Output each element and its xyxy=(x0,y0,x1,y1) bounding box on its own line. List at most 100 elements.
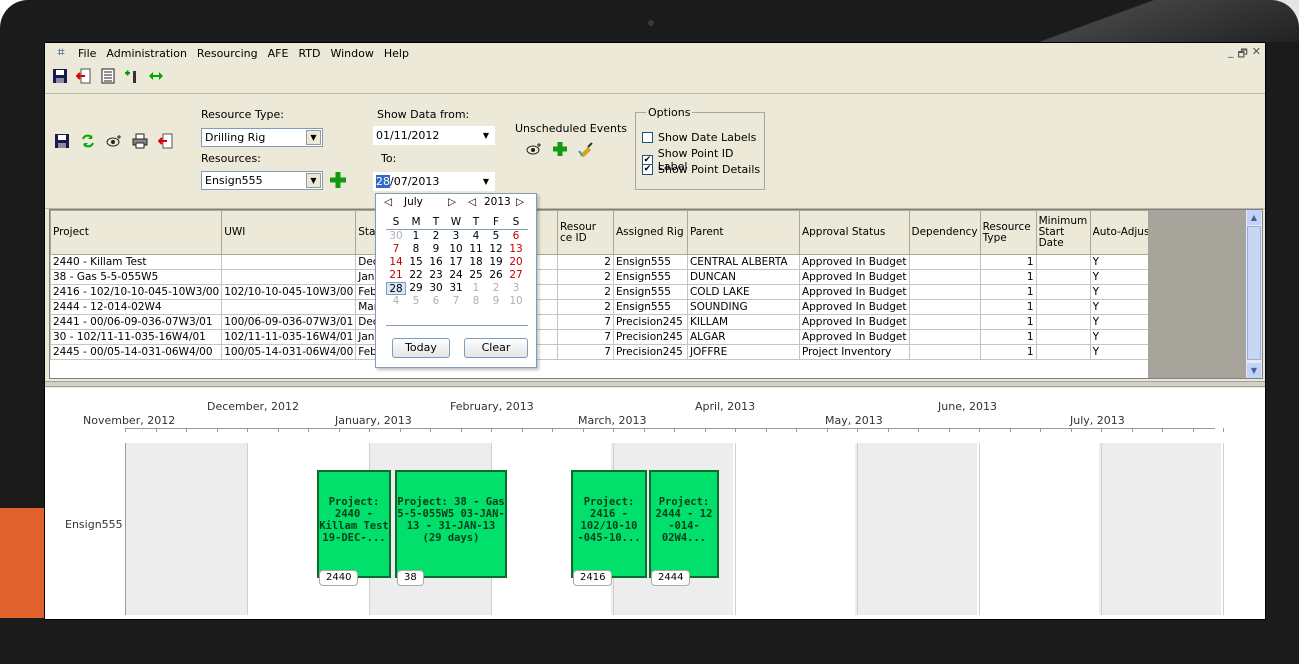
table-cell[interactable] xyxy=(1035,344,1091,360)
table-cell[interactable]: 1 xyxy=(979,284,1037,300)
add-resource-icon[interactable] xyxy=(123,67,141,85)
table-cell[interactable]: 30 - 102/11-11-035-16W4/01 xyxy=(49,329,223,345)
calendar-day[interactable]: 13 xyxy=(506,243,526,256)
project-bar[interactable]: Project: 2416 - 102/10-10 -045-10... xyxy=(571,470,647,578)
table-cell[interactable]: 1 xyxy=(979,329,1037,345)
calendar-day[interactable]: 25 xyxy=(466,269,486,282)
table-cell[interactable]: 7 xyxy=(556,344,614,360)
table-cell[interactable]: 100/05-14-031-06W4/00 xyxy=(221,344,357,360)
chevron-down-icon[interactable]: ▼ xyxy=(306,130,321,145)
calendar-day[interactable]: 28 xyxy=(386,282,406,295)
table-cell[interactable]: COLD LAKE xyxy=(686,284,800,300)
calendar-day[interactable]: 1 xyxy=(466,282,486,295)
column-header[interactable]: Project xyxy=(49,210,223,255)
view-event-icon[interactable] xyxy=(105,132,123,150)
report-icon[interactable] xyxy=(99,67,117,85)
table-cell[interactable] xyxy=(1035,269,1091,285)
table-cell[interactable]: 2440 - Killam Test xyxy=(49,254,223,270)
table-cell[interactable]: 2 xyxy=(556,299,614,315)
table-cell[interactable] xyxy=(908,254,981,270)
show-from-date[interactable]: 01/11/2012 ▼ xyxy=(373,126,495,145)
table-cell[interactable] xyxy=(1035,254,1091,270)
table-cell[interactable]: Approved In Budget xyxy=(798,329,910,345)
next-month-icon[interactable]: ▷ xyxy=(448,196,456,208)
calendar-day[interactable]: 4 xyxy=(386,295,406,308)
calendar-day[interactable]: 7 xyxy=(386,243,406,256)
calendar-day[interactable]: 4 xyxy=(466,230,486,243)
menu-help[interactable]: Help xyxy=(379,47,414,60)
table-cell[interactable]: 1 xyxy=(979,344,1037,360)
checkbox-box[interactable] xyxy=(642,132,653,143)
chevron-down-icon[interactable]: ▼ xyxy=(306,173,321,188)
table-cell[interactable]: 7 xyxy=(556,329,614,345)
table-cell[interactable]: 38 - Gas 5-5-055W5 xyxy=(49,269,223,285)
project-bar[interactable]: Project: 2440 - Killam Test 19-DEC-... xyxy=(317,470,391,578)
prev-year-icon[interactable]: ◁ xyxy=(468,196,476,208)
today-button[interactable]: Today xyxy=(392,338,450,358)
table-cell[interactable] xyxy=(1035,284,1091,300)
table-cell[interactable]: Ensign555 xyxy=(612,284,688,300)
calendar-day[interactable]: 21 xyxy=(386,269,406,282)
exit-icon[interactable] xyxy=(75,67,93,85)
column-header[interactable]: Minimum Start Date xyxy=(1035,210,1091,255)
save-icon[interactable] xyxy=(51,67,69,85)
menu-file[interactable]: File xyxy=(73,47,101,60)
calendar-day[interactable]: 18 xyxy=(466,256,486,269)
table-cell[interactable]: Project Inventory xyxy=(798,344,910,360)
table-row[interactable]: 30 - 102/11-11-035-16W4/01 102/11-11-035-… xyxy=(49,329,1167,345)
close-button[interactable]: ✕ xyxy=(1252,45,1261,64)
refresh-icon[interactable] xyxy=(79,132,97,150)
chevron-down-icon[interactable]: ▼ xyxy=(483,172,489,191)
table-cell[interactable]: 2 xyxy=(556,269,614,285)
table-cell[interactable]: Approved In Budget xyxy=(798,254,910,270)
menu-window[interactable]: Window xyxy=(325,47,378,60)
view-event-icon[interactable] xyxy=(525,140,543,158)
menu-rtd[interactable]: RTD xyxy=(293,47,325,60)
table-cell[interactable] xyxy=(908,299,981,315)
table-cell[interactable]: 1 xyxy=(979,269,1037,285)
calendar-day[interactable]: 14 xyxy=(386,256,406,269)
swap-icon[interactable] xyxy=(147,67,165,85)
clear-button[interactable]: Clear xyxy=(464,338,528,358)
checkbox-box-checked[interactable]: ✔ xyxy=(642,164,653,175)
table-cell[interactable]: Approved In Budget xyxy=(798,314,910,330)
table-cell[interactable]: 2444 - 12-014-02W4 xyxy=(49,299,223,315)
calendar-day[interactable]: 10 xyxy=(506,295,526,308)
table-cell[interactable]: 2441 - 00/06-09-036-07W3/01 xyxy=(49,314,223,330)
menu-administration[interactable]: Administration xyxy=(101,47,192,60)
calendar-day[interactable]: 30 xyxy=(386,230,406,243)
next-year-icon[interactable]: ▷ xyxy=(516,196,524,208)
scroll-down-icon[interactable]: ▼ xyxy=(1247,363,1261,378)
calendar-day[interactable]: 10 xyxy=(446,243,466,256)
calendar-day[interactable]: 1 xyxy=(406,230,426,243)
calendar-day[interactable]: 6 xyxy=(506,230,526,243)
table-cell[interactable]: Ensign555 xyxy=(612,299,688,315)
column-header[interactable]: Parent xyxy=(686,210,800,255)
column-header[interactable]: UWI xyxy=(221,210,357,255)
calendar-day[interactable]: 2 xyxy=(486,282,506,295)
menu-resourcing[interactable]: Resourcing xyxy=(192,47,263,60)
table-cell[interactable]: 102/11-11-035-16W4/01 xyxy=(221,329,357,345)
column-header[interactable]: Dependency xyxy=(908,210,981,255)
table-cell[interactable]: Approved In Budget xyxy=(798,284,910,300)
calendar-day[interactable]: 15 xyxy=(406,256,426,269)
calendar-day[interactable]: 7 xyxy=(446,295,466,308)
table-cell[interactable]: CENTRAL ALBERTA xyxy=(686,254,800,270)
menu-afe[interactable]: AFE xyxy=(263,47,294,60)
calendar-day[interactable]: 29 xyxy=(406,282,426,295)
table-cell[interactable] xyxy=(908,284,981,300)
calendar-day[interactable]: 30 xyxy=(426,282,446,295)
calendar-day[interactable]: 23 xyxy=(426,269,446,282)
calendar-day[interactable]: 22 xyxy=(406,269,426,282)
table-cell[interactable]: SOUNDING xyxy=(686,299,800,315)
minimize-button[interactable]: _ xyxy=(1228,45,1234,64)
show-date-labels-checkbox[interactable]: Show Date Labels xyxy=(642,131,756,144)
calendar-day[interactable]: 8 xyxy=(466,295,486,308)
table-cell[interactable] xyxy=(908,329,981,345)
calendar-day[interactable]: 3 xyxy=(446,230,466,243)
column-header[interactable]: Resour ce ID xyxy=(556,210,614,255)
table-row[interactable]: 2440 - Killam TestDec 192Ensign555CENTRA… xyxy=(49,254,1167,270)
table-cell[interactable]: 2416 - 102/10-10-045-10W3/00 xyxy=(49,284,223,300)
table-cell[interactable] xyxy=(908,344,981,360)
calendar-day[interactable]: 31 xyxy=(446,282,466,295)
